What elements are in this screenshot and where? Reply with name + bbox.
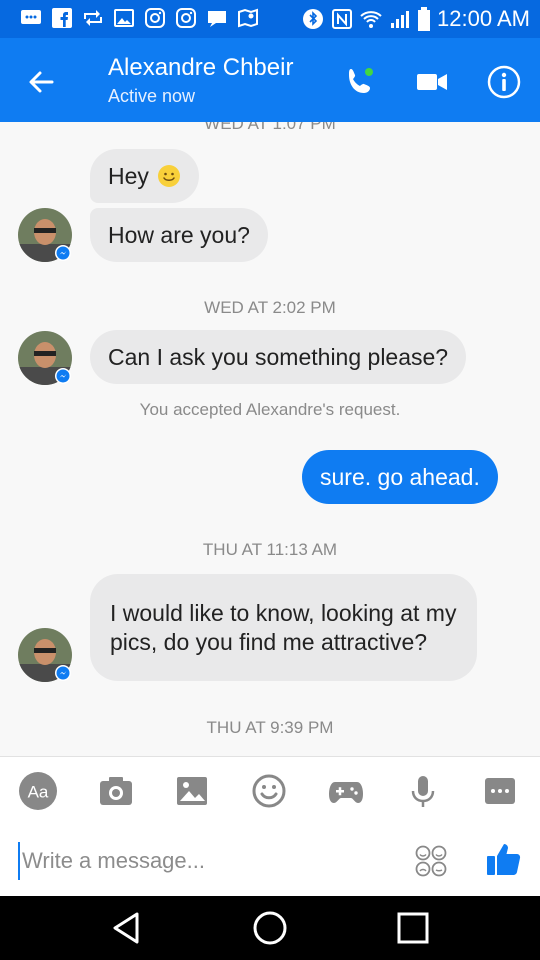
system-icons: 12:00 AM bbox=[302, 6, 530, 32]
text-style-icon[interactable]: Aa bbox=[18, 771, 58, 811]
contact-name[interactable]: Alexandre Chbeir bbox=[108, 54, 293, 82]
smiley-emoji-icon bbox=[157, 165, 180, 187]
android-nav-bar bbox=[0, 896, 540, 960]
timestamp: WED AT 2:02 PM bbox=[204, 298, 336, 317]
emoji-icon[interactable] bbox=[249, 771, 289, 811]
message-icon bbox=[21, 10, 41, 24]
back-triangle-icon[interactable] bbox=[107, 908, 147, 948]
camera-icon[interactable] bbox=[96, 771, 136, 811]
request-accepted-notice: You accepted Alexandre's request. bbox=[139, 400, 401, 419]
timestamp: WED AT 1:07 PM bbox=[204, 122, 336, 133]
video-call-icon[interactable] bbox=[412, 62, 452, 102]
incoming-message[interactable]: Can I ask you something please? bbox=[90, 330, 467, 384]
home-circle-icon[interactable] bbox=[250, 908, 290, 948]
conversation-header: Alexandre Chbeir Active now bbox=[0, 38, 540, 122]
nfc-icon bbox=[332, 9, 353, 29]
retweet-icon bbox=[84, 10, 102, 26]
message-text: Can I ask you something please? bbox=[108, 343, 449, 370]
contact-avatar[interactable] bbox=[18, 628, 72, 682]
message-input[interactable] bbox=[18, 842, 398, 880]
incoming-message[interactable]: Hey bbox=[90, 149, 199, 203]
facebook-icon bbox=[52, 8, 72, 28]
gallery-icon[interactable] bbox=[172, 771, 212, 811]
composer-toolbar: Aa bbox=[0, 756, 540, 826]
notification-icons bbox=[20, 7, 259, 29]
recent-apps-icon[interactable] bbox=[393, 908, 433, 948]
incoming-message[interactable]: I would like to know, looking at my pics… bbox=[90, 574, 477, 681]
bluetooth-icon bbox=[303, 9, 324, 29]
contact-avatar[interactable] bbox=[18, 331, 72, 385]
voice-call-icon[interactable] bbox=[340, 62, 380, 102]
message-thread[interactable]: WED AT 1:07 PM Hey How are you? WED AT 2… bbox=[0, 122, 540, 756]
back-arrow-icon[interactable] bbox=[22, 62, 62, 102]
timestamp: THU AT 11:13 AM bbox=[202, 540, 338, 559]
instagram-icon bbox=[145, 8, 165, 28]
info-icon[interactable] bbox=[484, 62, 524, 102]
message-text: sure. go ahead. bbox=[320, 463, 480, 490]
contact-avatar[interactable] bbox=[18, 208, 72, 262]
battery-icon bbox=[418, 7, 431, 31]
message-text: Hey bbox=[108, 162, 149, 189]
text-style-label: Aa bbox=[28, 783, 49, 802]
clock: 12:00 AM bbox=[437, 6, 530, 31]
instagram-icon bbox=[176, 8, 196, 28]
presence-status: Active now bbox=[108, 86, 196, 106]
incoming-message[interactable]: How are you? bbox=[90, 208, 268, 262]
like-thumbs-up-icon[interactable] bbox=[484, 840, 522, 878]
wifi-icon bbox=[360, 11, 382, 28]
microphone-icon[interactable] bbox=[403, 771, 443, 811]
message-text: How are you? bbox=[108, 221, 250, 248]
message-composer bbox=[0, 826, 540, 896]
stickers-icon[interactable] bbox=[414, 844, 448, 878]
signal-icon bbox=[391, 11, 410, 28]
maps-icon bbox=[238, 8, 258, 28]
game-controller-icon[interactable] bbox=[326, 771, 366, 811]
outgoing-message[interactable]: sure. go ahead. bbox=[302, 450, 498, 504]
more-options-icon[interactable] bbox=[480, 771, 520, 811]
gallery-icon bbox=[114, 9, 134, 27]
chat-icon bbox=[208, 11, 226, 27]
message-text: I would like to know, looking at my pics… bbox=[110, 599, 457, 655]
timestamp: THU AT 9:39 PM bbox=[206, 718, 334, 737]
status-bar: 12:00 AM bbox=[0, 0, 540, 38]
